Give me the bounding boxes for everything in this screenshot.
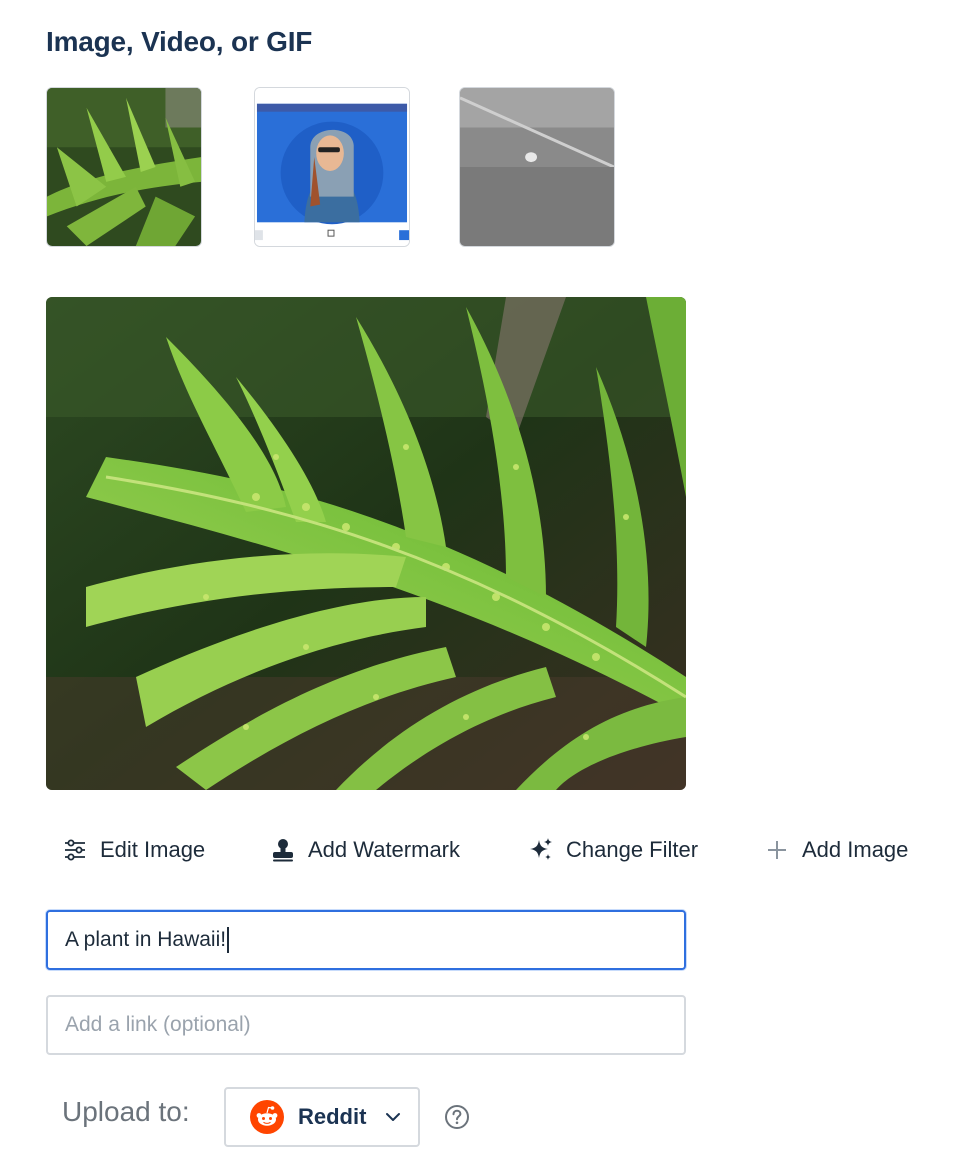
- thumbnail-grass[interactable]: [459, 87, 615, 247]
- edit-image-button[interactable]: Edit Image: [62, 834, 205, 866]
- template-thumbnail-image: [255, 88, 409, 246]
- thumbnail-template[interactable]: [254, 87, 410, 247]
- caption-value: A plant in Hawaii!: [65, 928, 227, 951]
- link-placeholder: Add a link (optional): [65, 1013, 251, 1036]
- upload-to-label: Upload to:: [62, 1096, 190, 1127]
- text-cursor: [227, 927, 230, 953]
- section-title: Image, Video, or GIF: [46, 26, 313, 57]
- image-preview: [46, 297, 686, 790]
- plus-icon: [764, 837, 790, 863]
- link-input[interactable]: Add a link (optional): [46, 995, 686, 1055]
- dropdown-selected-label: Reddit: [298, 1104, 367, 1129]
- fern-thumbnail-image: [47, 88, 201, 246]
- sliders-icon: [62, 837, 88, 863]
- reddit-icon: [250, 1100, 284, 1134]
- add-image-label: Add Image: [802, 837, 909, 862]
- edit-image-label: Edit Image: [100, 837, 206, 862]
- fern-preview-image: [46, 297, 686, 790]
- grass-thumbnail-image: [460, 88, 614, 246]
- add-image-button[interactable]: Add Image: [764, 834, 908, 866]
- thumbnail-fern[interactable]: [46, 87, 202, 247]
- change-filter-label: Change Filter: [566, 837, 699, 862]
- stamp-icon: [270, 837, 296, 863]
- help-icon[interactable]: [444, 1104, 470, 1130]
- chevron-down-icon: [386, 1113, 401, 1121]
- sparkle-icon: [528, 837, 554, 863]
- add-watermark-button[interactable]: Add Watermark: [270, 834, 460, 866]
- change-filter-button[interactable]: Change Filter: [528, 834, 698, 866]
- add-watermark-label: Add Watermark: [308, 837, 461, 862]
- upload-destination-dropdown[interactable]: Reddit: [224, 1087, 420, 1147]
- caption-input[interactable]: A plant in Hawaii!: [46, 910, 686, 970]
